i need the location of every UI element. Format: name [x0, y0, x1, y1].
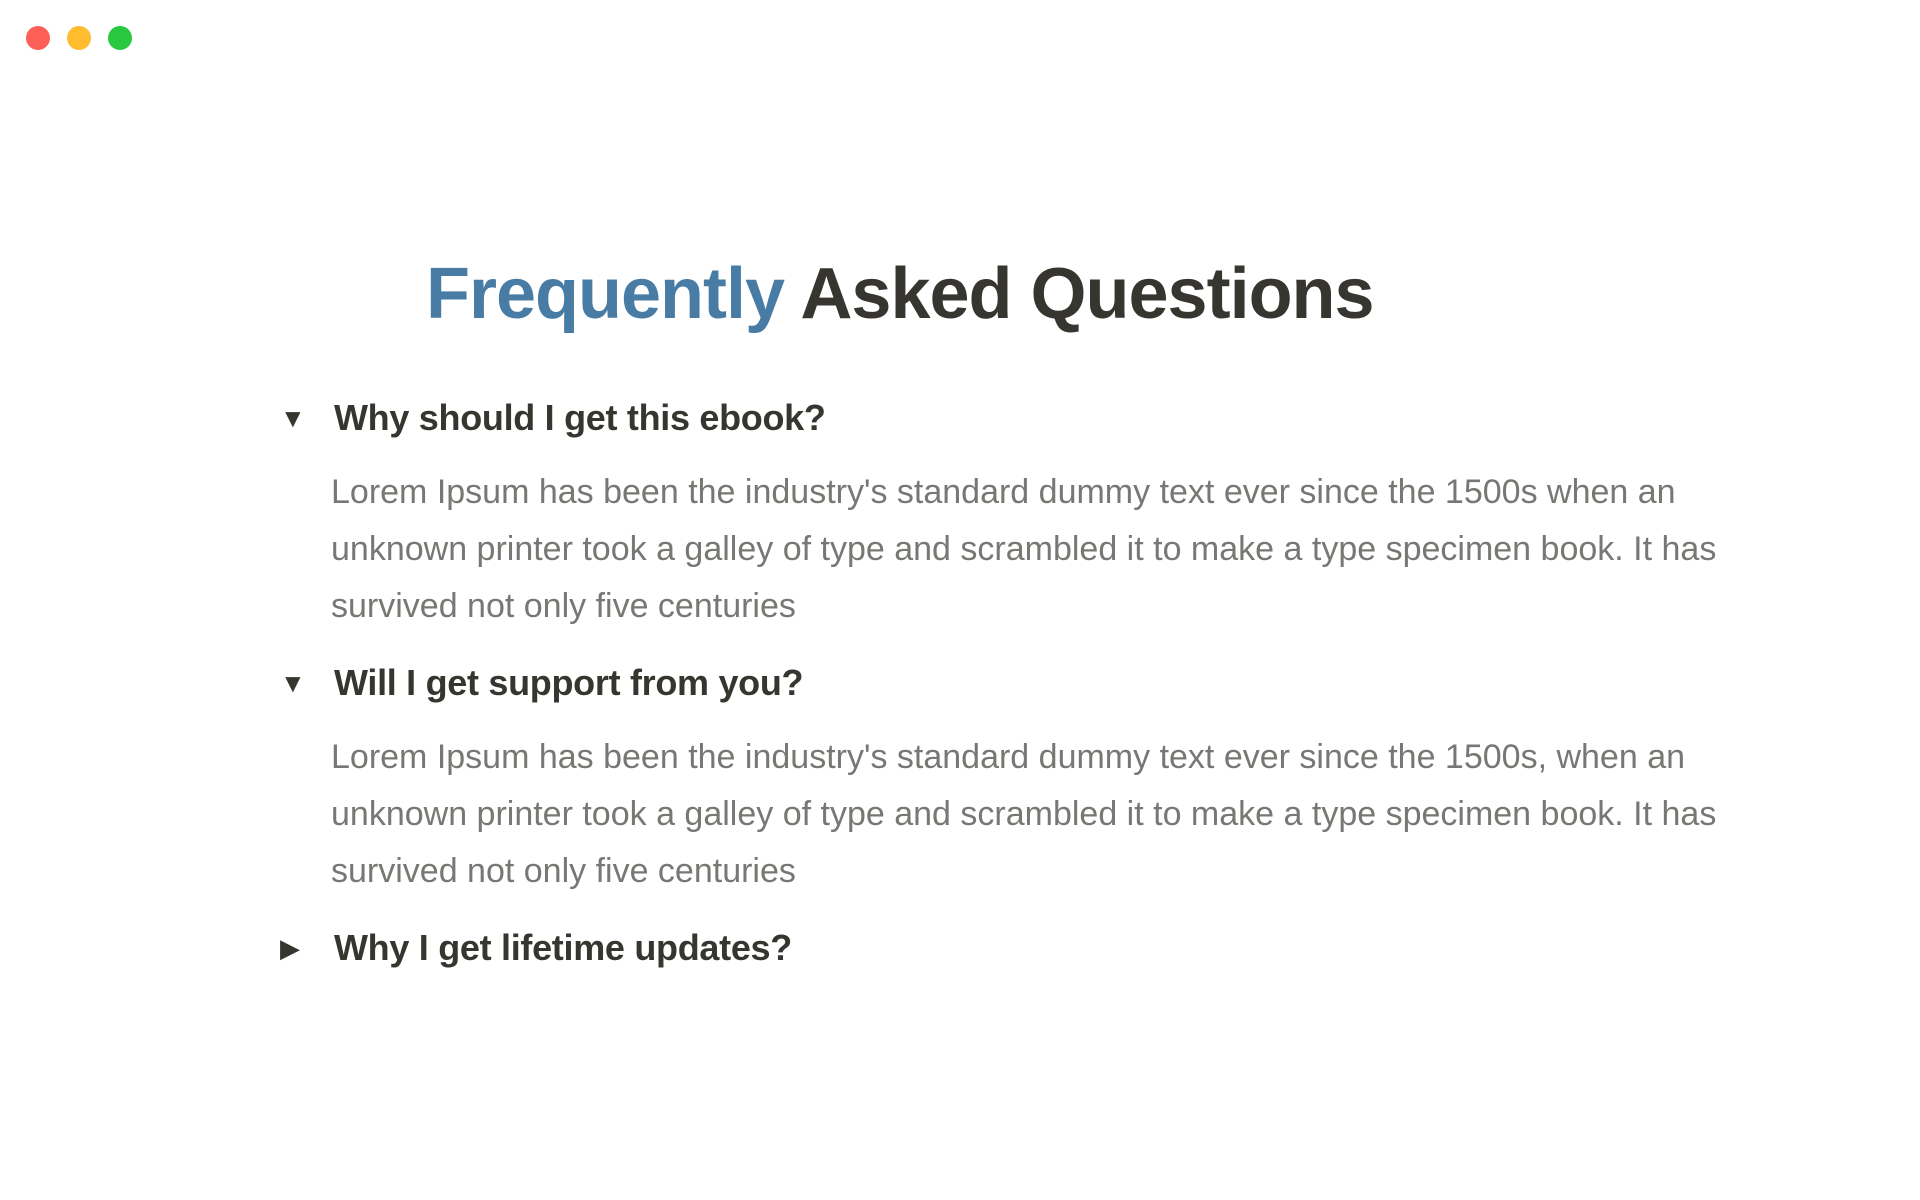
- page-title-rest: Asked Questions: [800, 254, 1374, 334]
- faq-toggle-why-ebook[interactable]: ▼ Why should I get this ebook?: [278, 396, 1738, 440]
- zoom-window-button[interactable]: [108, 26, 132, 50]
- close-window-button[interactable]: [26, 26, 50, 50]
- faq-question[interactable]: Why I get lifetime updates?: [334, 927, 792, 969]
- faq-item: ▼ Why should I get this ebook? Lorem Ips…: [278, 396, 1738, 635]
- faq-answer: Lorem Ipsum has been the industry's stan…: [331, 473, 1717, 625]
- faq-item: ▶ Why I get lifetime updates?: [278, 926, 1738, 970]
- faq-item: ▼ Will I get support from you? Lorem Ips…: [278, 661, 1738, 900]
- faq-toggle-support[interactable]: ▼ Will I get support from you?: [278, 661, 1738, 705]
- faq-question[interactable]: Why should I get this ebook?: [334, 397, 826, 439]
- minimize-window-button[interactable]: [67, 26, 91, 50]
- faq-list: ▼ Why should I get this ebook? Lorem Ips…: [278, 396, 1738, 970]
- window-controls: [26, 26, 132, 50]
- triangle-down-icon[interactable]: ▼: [278, 405, 334, 431]
- triangle-down-icon[interactable]: ▼: [278, 670, 334, 696]
- faq-toggle-lifetime-updates[interactable]: ▶ Why I get lifetime updates?: [278, 926, 1738, 970]
- faq-answer: Lorem Ipsum has been the industry's stan…: [331, 738, 1717, 890]
- page-title-accent: Frequently: [426, 254, 785, 334]
- page-title: Frequently Asked Questions: [426, 258, 1375, 330]
- triangle-right-icon[interactable]: ▶: [278, 935, 334, 961]
- faq-question[interactable]: Will I get support from you?: [334, 662, 804, 704]
- app-window: Frequently Asked Questions ▼ Why should …: [0, 0, 1920, 1200]
